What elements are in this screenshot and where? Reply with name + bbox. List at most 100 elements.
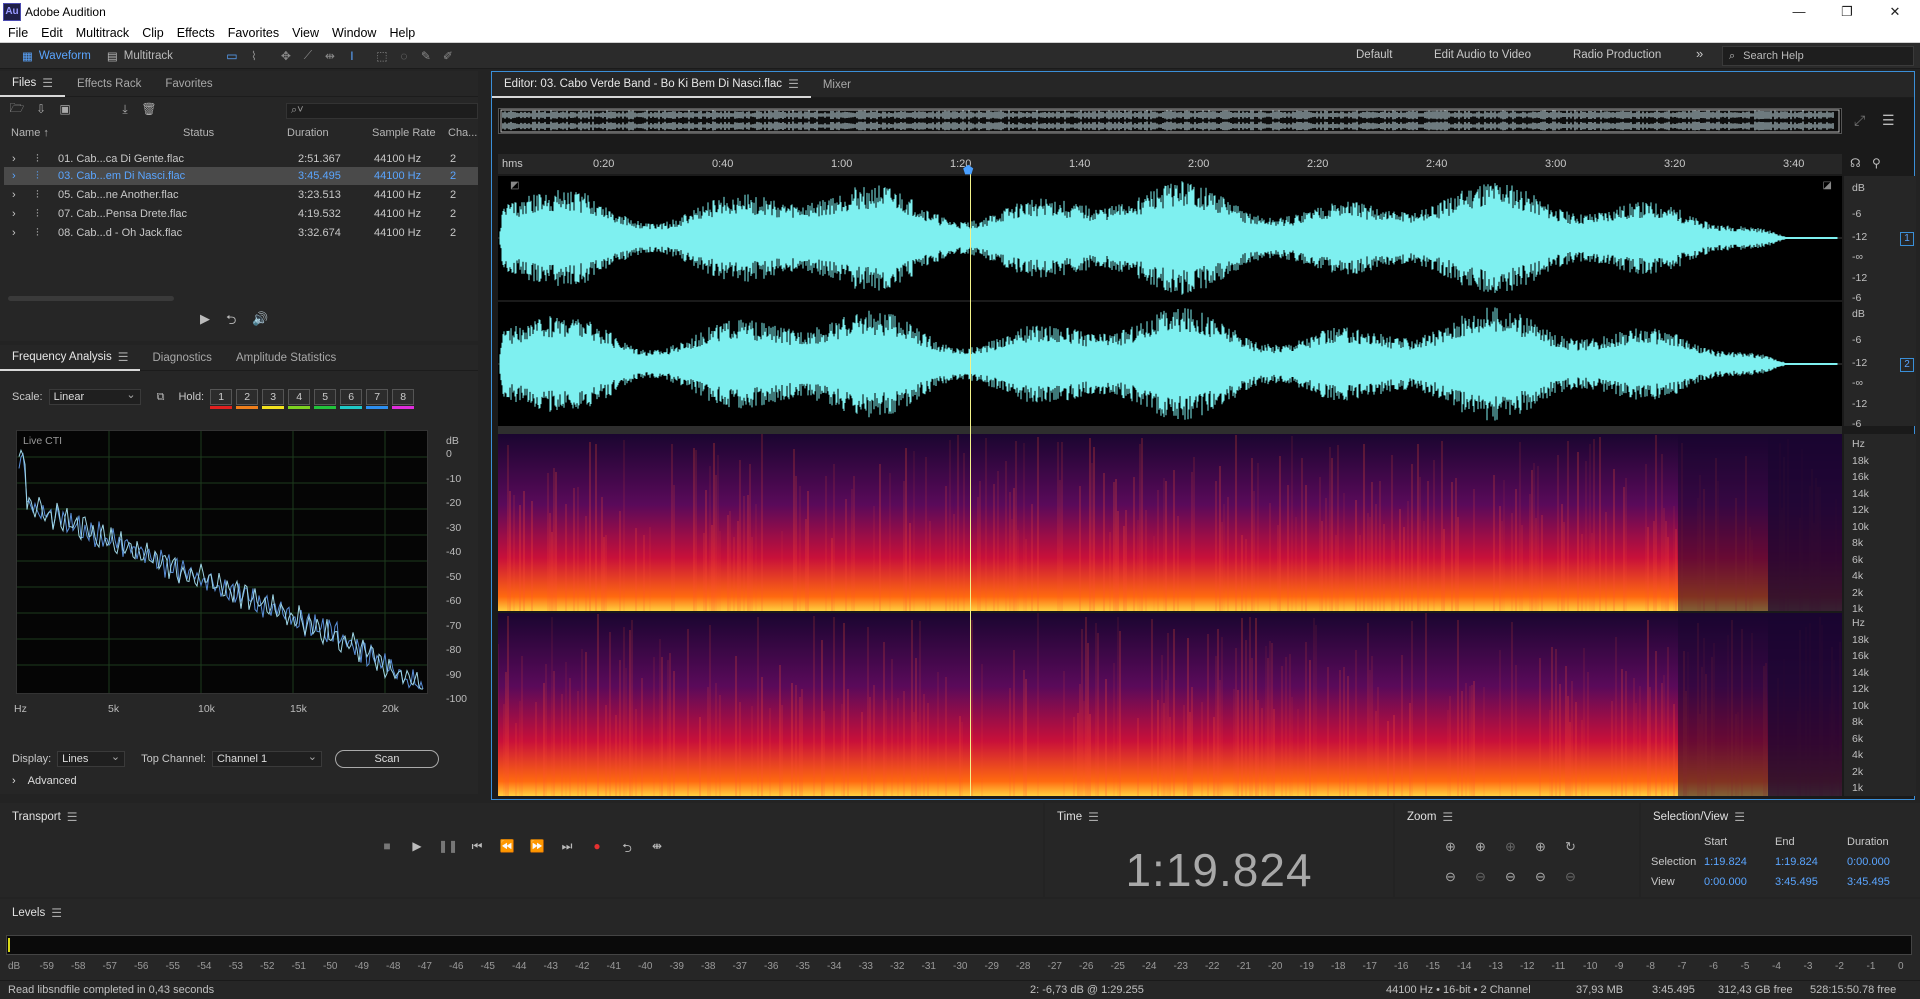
- file-row[interactable]: › ⫶ 05. Cab...ne Another.flac 3:23.513 4…: [4, 186, 478, 204]
- preview-play-icon[interactable]: ▶: [200, 311, 210, 333]
- hold-button-7[interactable]: 7: [366, 389, 389, 409]
- expand-chevron-icon[interactable]: ›: [12, 170, 16, 182]
- advanced-toggle[interactable]: › Advanced: [12, 775, 77, 787]
- panel-menu-icon[interactable]: ☰: [1088, 810, 1099, 824]
- insert-multitrack-icon[interactable]: ⤓: [116, 102, 134, 117]
- panel-menu-icon[interactable]: ☰: [1442, 810, 1453, 824]
- workspace-radio-production[interactable]: Radio Production: [1573, 49, 1661, 61]
- pitch-display-icon[interactable]: ⌇: [243, 47, 265, 65]
- scan-button[interactable]: Scan: [335, 750, 439, 768]
- hold-button-5[interactable]: 5: [314, 389, 337, 409]
- zoom-in-right-icon[interactable]: ⊕: [1535, 839, 1565, 855]
- multitrack-mode-button[interactable]: ▤ Multitrack: [99, 46, 181, 66]
- workspace-more-button[interactable]: »: [1696, 46, 1703, 61]
- close-button[interactable]: ✕: [1872, 0, 1918, 23]
- spectral-display-icon[interactable]: ▭: [221, 47, 243, 65]
- copy-icon[interactable]: ⧉: [157, 391, 165, 404]
- zoom-to-selection-icon[interactable]: ⊖: [1505, 869, 1535, 885]
- overview-waveform[interactable]: [498, 108, 1842, 134]
- hold-button-8[interactable]: 8: [392, 389, 415, 409]
- selection-duration[interactable]: 0:00.000: [1847, 856, 1890, 868]
- selection-end[interactable]: 1:19.824: [1775, 856, 1818, 868]
- zoom-in-amplitude-icon[interactable]: ⊕: [1445, 839, 1475, 855]
- zoom-reset-icon[interactable]: ↻: [1565, 839, 1595, 855]
- column-channels[interactable]: Cha...: [448, 127, 477, 139]
- menu-favorites[interactable]: Favorites: [228, 26, 279, 40]
- channel-badge[interactable]: 1: [1900, 232, 1914, 246]
- file-row[interactable]: › ⫶ 03. Cab...em Di Nasci.flac 3:45.495 …: [4, 167, 478, 185]
- channel-toggle-icon[interactable]: ◩: [510, 180, 519, 191]
- zoom-in-time-icon[interactable]: ⊕: [1475, 839, 1505, 855]
- scale-dropdown[interactable]: Linear: [48, 388, 141, 405]
- preview-loop-icon[interactable]: ⮌: [226, 311, 236, 333]
- column-duration[interactable]: Duration: [287, 127, 329, 139]
- menu-window[interactable]: Window: [332, 26, 376, 40]
- frequency-graph[interactable]: Live CTI: [16, 430, 428, 694]
- tab-files[interactable]: Files ☰: [0, 71, 66, 97]
- open-file-icon[interactable]: 🗁: [8, 99, 26, 120]
- expand-chevron-icon[interactable]: ›: [12, 153, 16, 165]
- slip-tool-icon[interactable]: ⇹: [319, 47, 341, 65]
- move-tool-icon[interactable]: ✥: [275, 47, 297, 65]
- fast-forward-icon[interactable]: ⏩: [528, 839, 546, 860]
- expand-chevron-icon[interactable]: ›: [12, 227, 16, 239]
- column-status[interactable]: Status: [183, 127, 214, 139]
- menu-view[interactable]: View: [292, 26, 319, 40]
- tab-frequency-analysis[interactable]: Frequency Analysis ☰: [0, 345, 141, 371]
- import-file-icon[interactable]: ⇩: [32, 102, 50, 116]
- expand-chevron-icon[interactable]: ›: [12, 189, 16, 201]
- tab-effects-rack[interactable]: Effects Rack: [65, 71, 153, 97]
- razor-tool-icon[interactable]: ⟋: [297, 47, 319, 65]
- marquee-tool-icon[interactable]: ⬚: [371, 47, 393, 65]
- panel-menu-icon[interactable]: ☰: [118, 350, 129, 364]
- display-dropdown[interactable]: Lines: [57, 750, 126, 767]
- file-row[interactable]: › ⫶ 01. Cab...ca Di Gente.flac 2:51.367 …: [4, 150, 478, 168]
- menu-clip[interactable]: Clip: [142, 26, 164, 40]
- panel-menu-icon[interactable]: ☰: [1734, 810, 1745, 824]
- waveform-channel-1[interactable]: ◩ ◪: [498, 176, 1842, 300]
- file-row[interactable]: › ⫶ 07. Cab...Pensa Drete.flac 4:19.532 …: [4, 205, 478, 223]
- hold-button-2[interactable]: 2: [236, 389, 259, 409]
- channel-badge[interactable]: 2: [1900, 358, 1914, 372]
- restore-button[interactable]: ❐: [1824, 0, 1870, 23]
- tab-favorites[interactable]: Favorites: [153, 71, 224, 97]
- menu-effects[interactable]: Effects: [177, 26, 215, 40]
- time-ruler[interactable]: hms 0:20 0:40 1:00 1:20 1:40 2:00 2:20 2:40 3:00 3…: [498, 154, 1842, 174]
- record-icon[interactable]: ●: [588, 839, 606, 860]
- zoom-out-amplitude-icon[interactable]: ⊖: [1445, 869, 1475, 885]
- spectrogram-channel-2[interactable]: [497, 613, 1842, 796]
- waveform-mode-button[interactable]: ▦ Waveform: [14, 46, 99, 66]
- playhead[interactable]: [970, 169, 971, 796]
- new-file-icon[interactable]: ▣: [56, 102, 74, 116]
- view-end[interactable]: 3:45.495: [1775, 876, 1818, 888]
- panel-menu-icon[interactable]: ☰: [51, 906, 62, 920]
- search-help-field[interactable]: ⌕ Search Help: [1722, 46, 1914, 66]
- brush-tool-icon[interactable]: ✎: [415, 47, 437, 65]
- hold-button-3[interactable]: 3: [262, 389, 285, 409]
- panel-menu-icon[interactable]: ☰: [67, 810, 78, 824]
- view-start[interactable]: 0:00.000: [1704, 876, 1747, 888]
- files-search-input[interactable]: ⌕˅: [286, 103, 478, 119]
- level-meter[interactable]: [6, 935, 1912, 955]
- rewind-icon[interactable]: ⏪: [498, 839, 516, 860]
- panel-menu-icon[interactable]: ☰: [42, 76, 53, 90]
- column-name[interactable]: Name ↑: [11, 127, 49, 139]
- playhead-handle-icon[interactable]: ⬟: [963, 163, 977, 177]
- file-row[interactable]: › ⫶ 08. Cab...d - Oh Jack.flac 3:32.674 …: [4, 224, 478, 242]
- headphones-icon[interactable]: ☊: [1850, 156, 1861, 170]
- hold-button-1[interactable]: 1: [210, 389, 233, 409]
- tab-diagnostics[interactable]: Diagnostics: [140, 345, 223, 371]
- zoom-out-time-icon[interactable]: ⊖: [1475, 869, 1505, 885]
- preview-autoplay-icon[interactable]: 🔊: [252, 311, 268, 333]
- lasso-tool-icon[interactable]: ◌: [393, 47, 415, 65]
- spot-healing-tool-icon[interactable]: ✐: [437, 47, 459, 65]
- delete-file-icon[interactable]: 🗑: [140, 102, 158, 116]
- skip-selection-icon[interactable]: ⇼: [648, 839, 666, 860]
- skip-to-start-icon[interactable]: ⏮: [468, 839, 486, 860]
- menu-help[interactable]: Help: [389, 26, 415, 40]
- hold-button-6[interactable]: 6: [340, 389, 363, 409]
- time-selection-tool-icon[interactable]: I: [341, 47, 363, 65]
- loop-icon[interactable]: ⮌: [618, 839, 636, 860]
- skip-to-end-icon[interactable]: ⏭: [558, 839, 576, 860]
- menu-multitrack[interactable]: Multitrack: [76, 26, 129, 40]
